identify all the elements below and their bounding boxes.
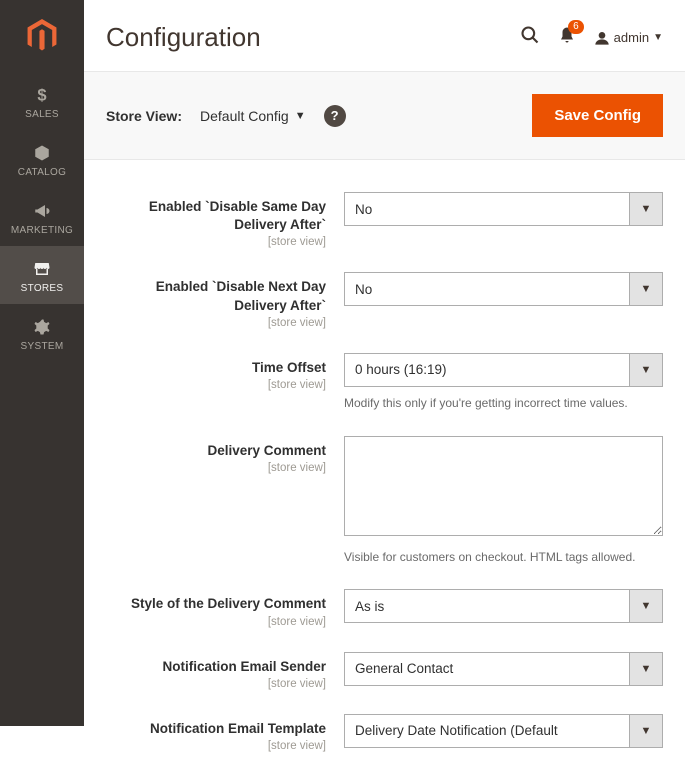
field-label: Time Offset xyxy=(252,360,326,375)
select-value: As is xyxy=(344,589,629,623)
field-email-template: Notification Email Template [store view]… xyxy=(106,714,663,752)
field-disable-next-day: Enabled `Disable Next Day Delivery After… xyxy=(106,272,663,328)
header-actions: 6 admin ▼ xyxy=(520,25,663,50)
save-config-button[interactable]: Save Config xyxy=(532,94,663,137)
user-icon xyxy=(594,30,610,46)
chevron-down-icon: ▼ xyxy=(629,353,663,387)
notifications-badge: 6 xyxy=(568,20,584,34)
field-scope: [store view] xyxy=(106,236,326,248)
select-value: General Contact xyxy=(344,652,629,686)
field-scope: [store view] xyxy=(106,379,326,391)
config-form: Enabled `Disable Same Day Delivery After… xyxy=(84,160,685,762)
store-view-value: Default Config xyxy=(200,108,289,124)
page-header: Configuration 6 admin ▼ xyxy=(84,0,685,71)
field-label: Notification Email Template xyxy=(150,721,326,736)
megaphone-icon xyxy=(33,202,51,220)
dollar-icon: $ xyxy=(33,86,51,104)
main-content: Configuration 6 admin ▼ Store View: xyxy=(84,0,685,726)
field-scope: [store view] xyxy=(106,317,326,329)
select-disable-next-day[interactable]: No ▼ xyxy=(344,272,663,306)
select-email-sender[interactable]: General Contact ▼ xyxy=(344,652,663,686)
cube-icon xyxy=(33,144,51,162)
user-menu[interactable]: admin ▼ xyxy=(594,30,663,46)
store-view-label: Store View: xyxy=(106,108,182,124)
sidebar-item-label: CATALOG xyxy=(18,167,66,178)
chevron-down-icon: ▼ xyxy=(295,110,306,122)
chevron-down-icon: ▼ xyxy=(629,272,663,306)
field-time-offset: Time Offset [store view] 0 hours (16:19)… xyxy=(106,353,663,412)
select-disable-same-day[interactable]: No ▼ xyxy=(344,192,663,226)
field-scope: [store view] xyxy=(106,678,326,690)
gear-icon xyxy=(33,318,51,336)
sidebar-item-label: SYSTEM xyxy=(21,341,64,352)
page-title: Configuration xyxy=(106,22,261,53)
field-label: Notification Email Sender xyxy=(162,659,326,674)
field-label: Style of the Delivery Comment xyxy=(131,596,326,611)
field-email-sender: Notification Email Sender [store view] G… xyxy=(106,652,663,690)
notifications-icon[interactable]: 6 xyxy=(558,26,576,49)
sidebar-item-label: STORES xyxy=(21,283,64,294)
field-delivery-comment: Delivery Comment [store view] Visible fo… xyxy=(106,436,663,566)
toolbar: Store View: Default Config ▼ ? Save Conf… xyxy=(84,71,685,160)
select-email-template[interactable]: Delivery Date Notification (Default ▼ xyxy=(344,714,663,748)
sidebar-item-label: MARKETING xyxy=(11,225,73,236)
field-disable-same-day: Enabled `Disable Same Day Delivery After… xyxy=(106,192,663,248)
field-note: Modify this only if you're getting incor… xyxy=(344,395,663,412)
select-value: No xyxy=(344,272,629,306)
magento-logo[interactable] xyxy=(25,0,59,72)
svg-text:$: $ xyxy=(37,86,46,104)
sidebar-item-label: SALES xyxy=(25,109,59,120)
store-icon xyxy=(33,260,51,278)
sidebar-item-sales[interactable]: $ SALES xyxy=(0,72,84,130)
chevron-down-icon: ▼ xyxy=(629,652,663,686)
search-icon[interactable] xyxy=(520,25,540,50)
sidebar: $ SALES CATALOG MARKETING STORES SYSTEM xyxy=(0,0,84,726)
select-value: No xyxy=(344,192,629,226)
sidebar-item-marketing[interactable]: MARKETING xyxy=(0,188,84,246)
field-label: Delivery Comment xyxy=(207,443,326,458)
chevron-down-icon: ▼ xyxy=(629,589,663,623)
field-scope: [store view] xyxy=(106,740,326,752)
textarea-delivery-comment[interactable] xyxy=(344,436,663,536)
sidebar-item-catalog[interactable]: CATALOG xyxy=(0,130,84,188)
select-style-comment[interactable]: As is ▼ xyxy=(344,589,663,623)
chevron-down-icon: ▼ xyxy=(629,192,663,226)
select-time-offset[interactable]: 0 hours (16:19) ▼ xyxy=(344,353,663,387)
field-style-comment: Style of the Delivery Comment [store vie… xyxy=(106,589,663,627)
sidebar-item-stores[interactable]: STORES xyxy=(0,246,84,304)
user-name: admin xyxy=(614,30,649,45)
select-value: Delivery Date Notification (Default xyxy=(344,714,629,748)
help-icon[interactable]: ? xyxy=(324,105,346,127)
sidebar-item-system[interactable]: SYSTEM xyxy=(0,304,84,362)
chevron-down-icon: ▼ xyxy=(653,32,663,43)
field-note: Visible for customers on checkout. HTML … xyxy=(344,549,663,566)
field-label: Enabled `Disable Same Day Delivery After… xyxy=(149,199,326,232)
field-scope: [store view] xyxy=(106,616,326,628)
select-value: 0 hours (16:19) xyxy=(344,353,629,387)
field-label: Enabled `Disable Next Day Delivery After… xyxy=(156,279,326,312)
chevron-down-icon: ▼ xyxy=(629,714,663,748)
field-scope: [store view] xyxy=(106,462,326,474)
store-view-select[interactable]: Default Config ▼ xyxy=(200,108,306,124)
